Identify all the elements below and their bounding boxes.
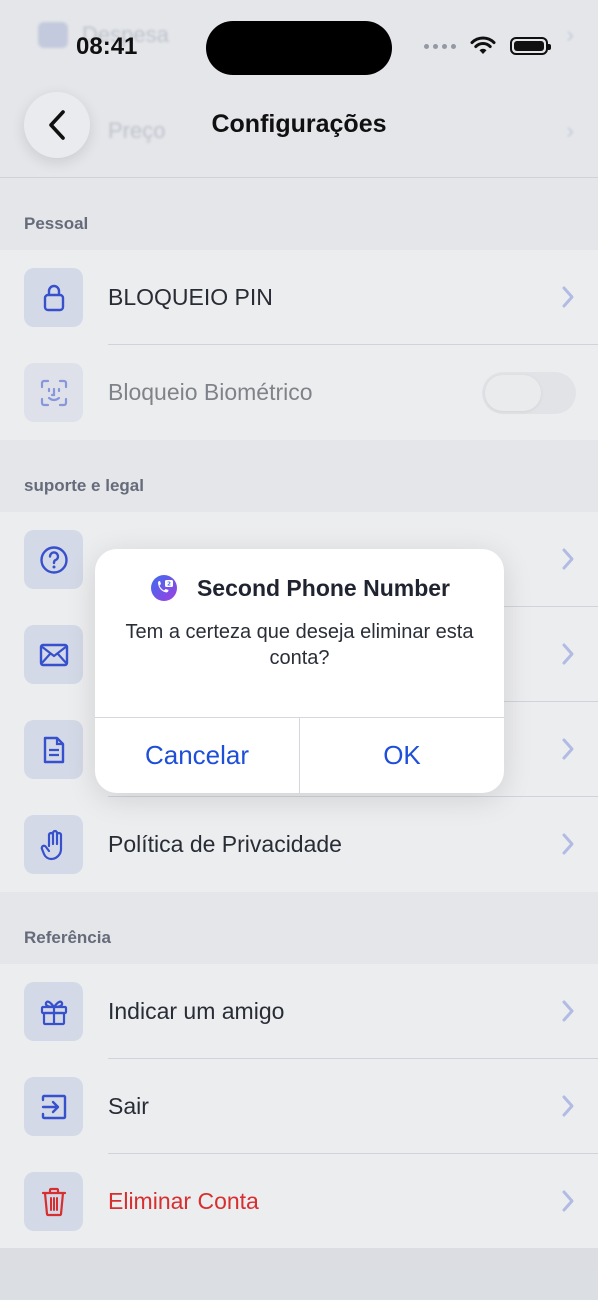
- app-logo-icon: 2: [150, 575, 177, 601]
- dialog-header: 2 Second Phone Number: [95, 573, 504, 603]
- settings-screen: Despesa › Preço › 08:41 Configurações Pe…: [0, 0, 598, 1300]
- delete-account-dialog: 2 Second Phone Number Tem a certeza que …: [95, 549, 504, 793]
- svg-text:2: 2: [167, 582, 171, 588]
- cancel-button[interactable]: Cancelar: [95, 718, 299, 793]
- dialog-message: Tem a certeza que deseja eliminar esta c…: [125, 621, 474, 669]
- ok-button[interactable]: OK: [300, 718, 504, 793]
- dialog-title: Second Phone Number: [196, 574, 451, 601]
